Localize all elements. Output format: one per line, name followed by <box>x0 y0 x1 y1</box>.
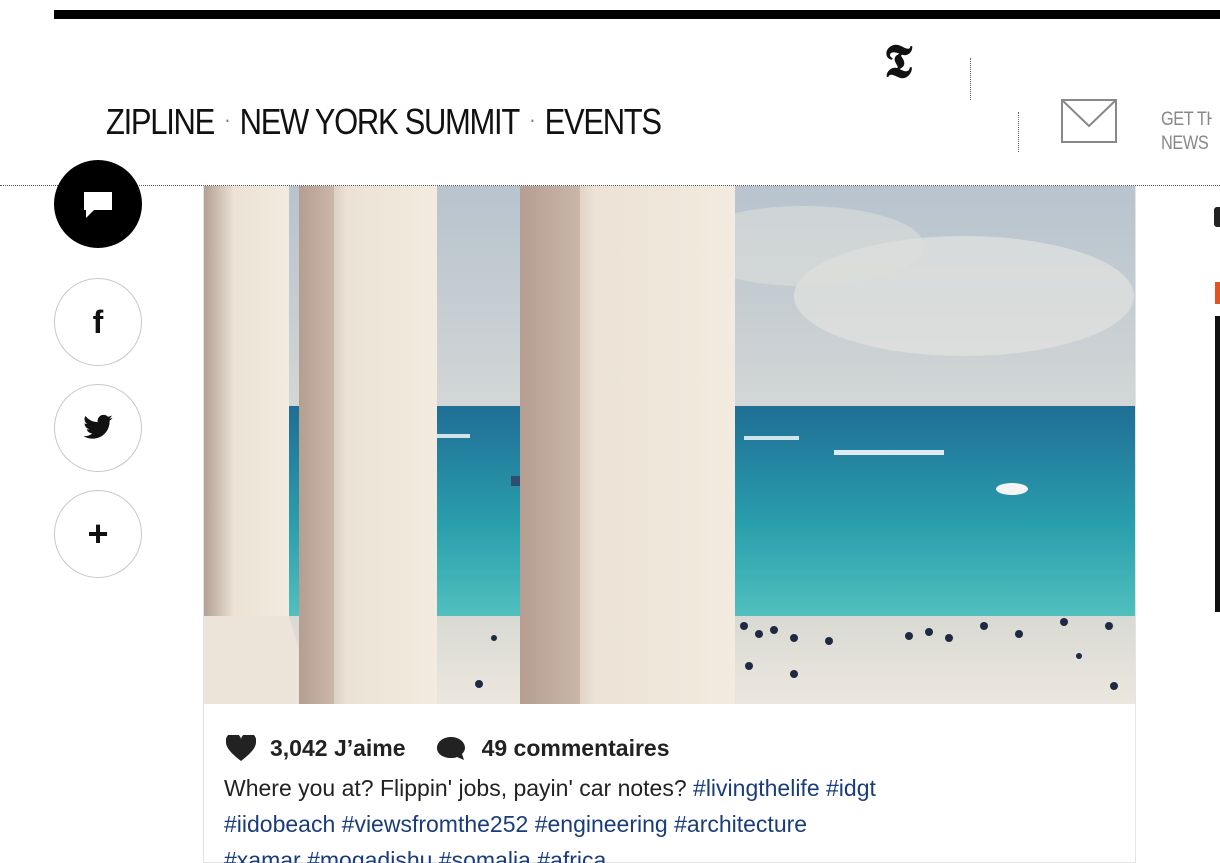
nav-separator: · <box>224 107 230 132</box>
nav-item-new-york-summit[interactable]: NEW YORK SUMMIT <box>240 101 521 143</box>
more-share-button[interactable]: + <box>54 490 142 578</box>
site-nav: ZIPLINE · NEW YORK SUMMIT · EVENTS <box>106 100 662 144</box>
sidebar-accent-mark <box>1215 282 1220 304</box>
nav-item-zipline[interactable]: ZIPLINE <box>106 101 215 143</box>
twitter-share-button[interactable] <box>54 384 142 472</box>
post-photo[interactable] <box>204 186 1136 704</box>
hashtag-link[interactable]: #livingthelife <box>693 775 820 801</box>
nav-separator: · <box>529 107 535 132</box>
post-stats: 3,042 J’aime 49 commentaires <box>226 730 670 766</box>
hashtag-link[interactable]: #architecture <box>674 811 807 837</box>
facebook-share-button[interactable]: f <box>54 278 142 366</box>
hashtag-link[interactable]: #xamar <box>224 847 301 863</box>
sidebar-media-panel[interactable] <box>1215 316 1220 612</box>
logo-divider <box>970 58 971 100</box>
newsletter-line-1: GET TH <box>1161 109 1212 130</box>
nav-item-events[interactable]: EVENTS <box>545 101 662 143</box>
facebook-icon: f <box>92 303 104 340</box>
hashtag-link[interactable]: #africa <box>537 847 606 863</box>
hashtag-link[interactable]: #engineering <box>535 811 668 837</box>
mail-icon[interactable] <box>1060 98 1118 144</box>
likes-count: 3,042 J’aime <box>270 734 406 761</box>
top-rule <box>54 10 1220 19</box>
nav-divider <box>1018 112 1019 152</box>
newsletter-line-2: NEWS <box>1161 133 1209 154</box>
newsletter-signup-link[interactable]: GET TH NEWS <box>1161 108 1212 156</box>
caption-text: Where you at? Flippin' jobs, payin' car … <box>224 775 687 801</box>
comment-bubble-icon[interactable] <box>436 735 466 762</box>
nyt-logo[interactable]: 𝕿 <box>884 35 928 87</box>
comment-button[interactable] <box>54 160 142 248</box>
hashtag-link[interactable]: #idgt <box>826 775 876 801</box>
post-caption: Where you at? Flippin' jobs, payin' car … <box>224 770 1124 863</box>
comments-count: 49 commentaires <box>481 734 670 761</box>
hashtag-link[interactable]: #mogadishu <box>307 847 432 863</box>
hashtag-link[interactable]: #viewsfromthe252 <box>342 811 529 837</box>
speech-bubble-icon <box>84 192 112 218</box>
hashtag-link[interactable]: #iidobeach <box>224 811 335 837</box>
heart-icon[interactable] <box>226 734 256 762</box>
twitter-bird-icon <box>83 414 113 439</box>
plus-icon: + <box>87 513 109 554</box>
sidebar-edge-mark <box>1214 207 1220 227</box>
hashtag-link[interactable]: #somalia <box>439 847 531 863</box>
